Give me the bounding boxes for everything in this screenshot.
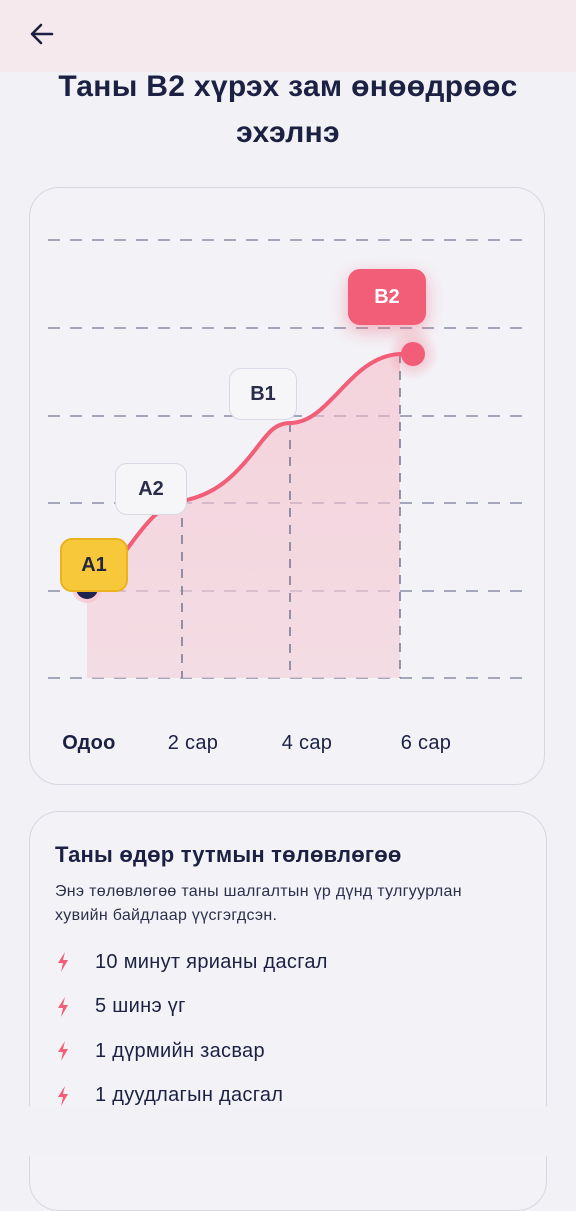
level-badge-b1: B1	[229, 368, 297, 420]
progress-chart	[48, 239, 524, 679]
plan-description: Энэ төлөвлөгөө таны шалгалтын үр дүнд ту…	[55, 883, 462, 924]
plan-item-label: 1 дуудлагын дасгал	[95, 1084, 284, 1107]
lightning-icon	[58, 952, 68, 973]
lightning-icon	[58, 1041, 68, 1062]
lightning-icon	[58, 996, 68, 1017]
plan-item-label: 10 минут ярианы дасгал	[95, 950, 328, 973]
plan-item-label: 1 дүрмийн засвар	[95, 1039, 265, 1062]
timeline-4-months-label: 4 сар	[281, 732, 333, 754]
level-badge-b2: B2	[348, 269, 426, 325]
lightning-icon	[58, 1085, 68, 1106]
plan-item: 5 шинэ үг	[55, 985, 328, 1030]
top-bar	[0, 0, 576, 72]
level-badge-a1: A1	[60, 538, 128, 592]
arrow-left-icon	[30, 23, 54, 45]
plan-item: 1 дүрмийн засвар	[55, 1029, 328, 1074]
progress-card: A1 A2 B1 B2 Одоо 2 сар 4 сар 6 сар	[29, 187, 545, 785]
level-badge-a2: A2	[115, 463, 187, 515]
plan-item-label: 5 шинэ үг	[95, 995, 186, 1018]
page-title: Таны B2 хүрэх зам өнөөдрөөс эхэлнэ	[58, 70, 518, 149]
goal-dot	[401, 342, 425, 366]
back-button[interactable]	[22, 14, 62, 54]
bottom-area	[0, 1106, 576, 1156]
timeline-now-label: Одоо	[62, 732, 116, 754]
plan-list: 10 минут ярианы дасгал 5 шинэ үг 1 дүрми…	[55, 940, 328, 1118]
timeline-2-months-label: 2 сар	[167, 732, 219, 754]
timeline-6-months-label: 6 сар	[400, 732, 452, 754]
plan-title: Таны өдөр тутмын төлөвлөгөө	[55, 842, 402, 867]
plan-item: 10 минут ярианы дасгал	[55, 940, 328, 985]
